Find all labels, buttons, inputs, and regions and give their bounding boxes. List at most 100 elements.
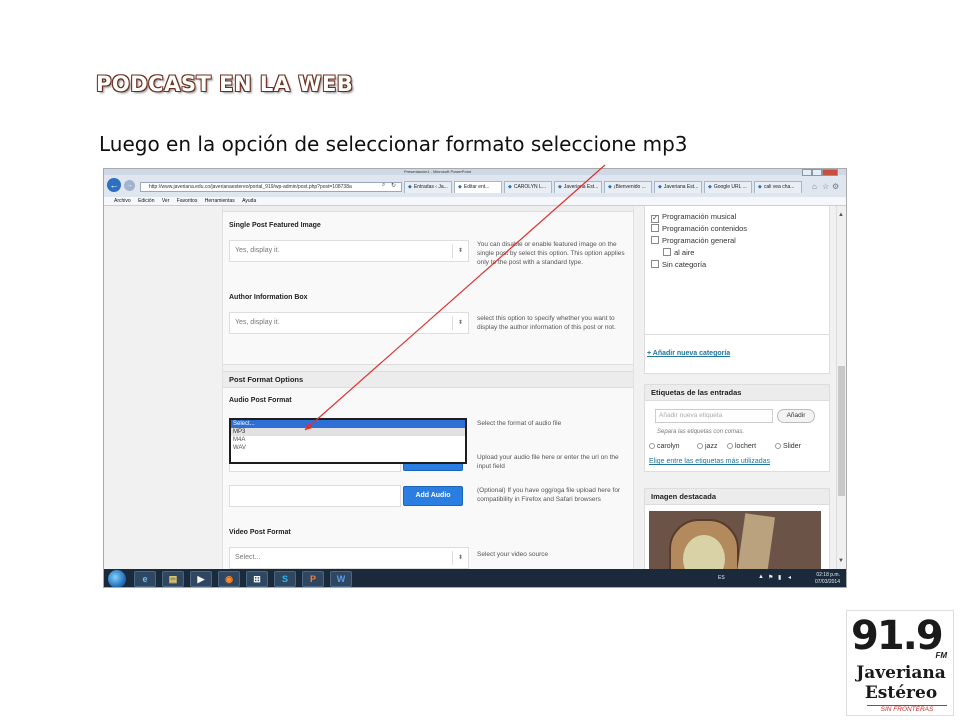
category-sin-categoria[interactable]: Sin categoría (651, 260, 706, 269)
menu-favoritos[interactable]: Favoritos (177, 198, 198, 204)
add-tag-button[interactable]: Añadir (777, 409, 815, 423)
remove-tag-icon[interactable] (697, 443, 703, 449)
menu-ver[interactable]: Ver (162, 198, 170, 204)
menu-herramientas[interactable]: Herramientas (205, 198, 235, 204)
refresh-icon[interactable]: ↻ (391, 182, 396, 189)
firefox-icon[interactable]: ◉ (218, 571, 240, 587)
volume-icon[interactable]: ◂ (788, 574, 791, 581)
checkbox-icon[interactable] (651, 260, 659, 268)
option-m4a[interactable]: M4A (231, 436, 465, 444)
internet-explorer-icon[interactable]: e (134, 571, 156, 587)
audio-format-label: Audio Post Format (229, 397, 292, 404)
scroll-up-icon[interactable]: ▲ (838, 212, 844, 218)
settings-icon[interactable]: ⚙ (832, 182, 839, 191)
minimize-button[interactable] (802, 169, 812, 176)
author-box-select[interactable]: Yes, display it. ⬍ (229, 312, 469, 334)
tag-jazz[interactable]: jazz (697, 443, 717, 450)
author-box-label: Author Information Box (229, 294, 308, 301)
menu-ayuda[interactable]: Ayuda (242, 198, 256, 204)
featured-image-select[interactable]: Yes, display it. ⬍ (229, 240, 469, 262)
tab-3[interactable]: ◆ CAROLYN L... (504, 181, 552, 193)
select-arrow-icon: ⬍ (452, 244, 468, 258)
scroll-thumb[interactable] (838, 366, 845, 496)
powerpoint-icon[interactable]: P (302, 571, 324, 587)
flag-icon[interactable]: ⚑ (768, 574, 773, 581)
scroll-down-icon[interactable]: ▼ (838, 558, 844, 564)
drawing-paper (736, 513, 776, 575)
favorites-icon[interactable]: ☆ (822, 182, 829, 191)
video-format-label: Video Post Format (229, 529, 291, 536)
clock-time: 02:18 p.m. (816, 572, 840, 578)
author-box-description: select this option to specify whether yo… (477, 315, 616, 331)
page-icon: ◆ (458, 184, 462, 190)
category-programacion-contenidos[interactable]: Programación contenidos (651, 224, 747, 233)
tab-2[interactable]: ◆ Editar ent... (454, 181, 502, 193)
forward-button[interactable]: → (124, 180, 135, 191)
video-format-value: Select... (235, 554, 261, 561)
logo-fm: FM (935, 651, 947, 660)
tray-arrow-icon[interactable]: ▲ (758, 574, 764, 580)
add-ogg-audio-button[interactable]: Add Audio (403, 486, 463, 506)
section-topbar (223, 206, 633, 212)
tag-carolyn[interactable]: carolyn (649, 443, 680, 450)
logo-name-2: Estéreo (864, 683, 938, 703)
home-icon[interactable]: ⌂ (812, 182, 817, 191)
close-window-button[interactable] (822, 169, 838, 176)
select-arrow-icon: ⬍ (452, 316, 468, 330)
tab-4[interactable]: ◆ Javeriana Est... (554, 181, 602, 193)
tab-6[interactable]: ◆ Javeriana Est... (654, 181, 702, 193)
featured-image-thumbnail[interactable] (649, 511, 821, 575)
audio-format-dropdown[interactable]: Select... MP3 M4A WAV (229, 418, 467, 464)
page-icon: ◆ (608, 184, 612, 190)
drawing-frame (669, 519, 739, 575)
add-category-link[interactable]: + Añadir nueva categoría (647, 350, 730, 357)
tab-8[interactable]: ◆ cali vea cha... (754, 181, 802, 193)
network-icon[interactable]: ▮ (778, 574, 781, 581)
start-button[interactable] (108, 570, 126, 587)
page-scrollbar[interactable]: ▲ ▼ (836, 206, 846, 569)
tab-5[interactable]: ◆ ¡Bienvenido ... (604, 181, 652, 193)
maximize-button[interactable] (812, 169, 822, 176)
divider (645, 334, 829, 335)
tag-input[interactable]: Añadir nueva etiqueta (655, 409, 773, 423)
remove-tag-icon[interactable] (649, 443, 655, 449)
tags-help: Separa las etiquetas con comas. (657, 429, 745, 435)
option-wav[interactable]: WAV (231, 444, 465, 452)
option-select[interactable]: Select... (231, 420, 465, 428)
menu-archivo[interactable]: Archivo (114, 198, 131, 204)
word-icon[interactable]: W (330, 571, 352, 587)
search-icon[interactable]: ⌕ (382, 182, 385, 189)
address-bar[interactable]: http://www.javeriana.edu.co/javerianaest… (140, 182, 402, 192)
skype-icon[interactable]: S (274, 571, 296, 587)
tags-header: Etiquetas de las entradas (645, 385, 829, 401)
back-button[interactable]: ← (107, 178, 121, 192)
checkbox-icon[interactable] (663, 248, 671, 256)
ogg-url-input[interactable] (229, 485, 401, 507)
option-mp3[interactable]: MP3 (231, 428, 465, 436)
slide-title: PODCAST EN LA WEB (96, 72, 354, 96)
remove-tag-icon[interactable] (775, 443, 781, 449)
menu-edicion[interactable]: Edición (138, 198, 154, 204)
category-programacion-general[interactable]: Programación general (651, 236, 736, 245)
video-format-select[interactable]: Select... ⬍ (229, 547, 469, 569)
checkbox-icon[interactable] (651, 224, 659, 232)
category-al-aire[interactable]: al aire (663, 248, 694, 257)
app-window-icon[interactable]: ⊞ (246, 571, 268, 587)
categories-box: ✓ Programación musical Programación conte… (644, 206, 830, 374)
select-arrow-icon: ⬍ (452, 551, 468, 565)
tag-lochert[interactable]: lochert (727, 443, 756, 450)
file-explorer-icon[interactable]: ▤ (162, 571, 184, 587)
category-programacion-musical[interactable]: ✓ Programación musical (651, 212, 736, 223)
tag-slider[interactable]: Slider (775, 443, 801, 450)
language-indicator[interactable]: ES (718, 575, 725, 581)
remove-tag-icon[interactable] (727, 443, 733, 449)
clock[interactable]: 02:18 p.m. 07/03/2014 (815, 572, 840, 586)
tab-1[interactable]: ◆ Entradas ‹ Ja... (404, 181, 452, 193)
media-player-icon[interactable]: ▶ (190, 571, 212, 587)
choose-tags-link[interactable]: Elige entre las etiquetas más utilizadas (649, 458, 770, 465)
checkbox-icon[interactable] (651, 236, 659, 244)
checkbox-checked-icon[interactable]: ✓ (651, 215, 659, 223)
browser-toolbar: Presentación1 - Microsoft PowerPoint ← →… (104, 169, 846, 197)
page-icon: ◆ (708, 184, 712, 190)
tab-7[interactable]: ◆ Google URL ... (704, 181, 752, 193)
